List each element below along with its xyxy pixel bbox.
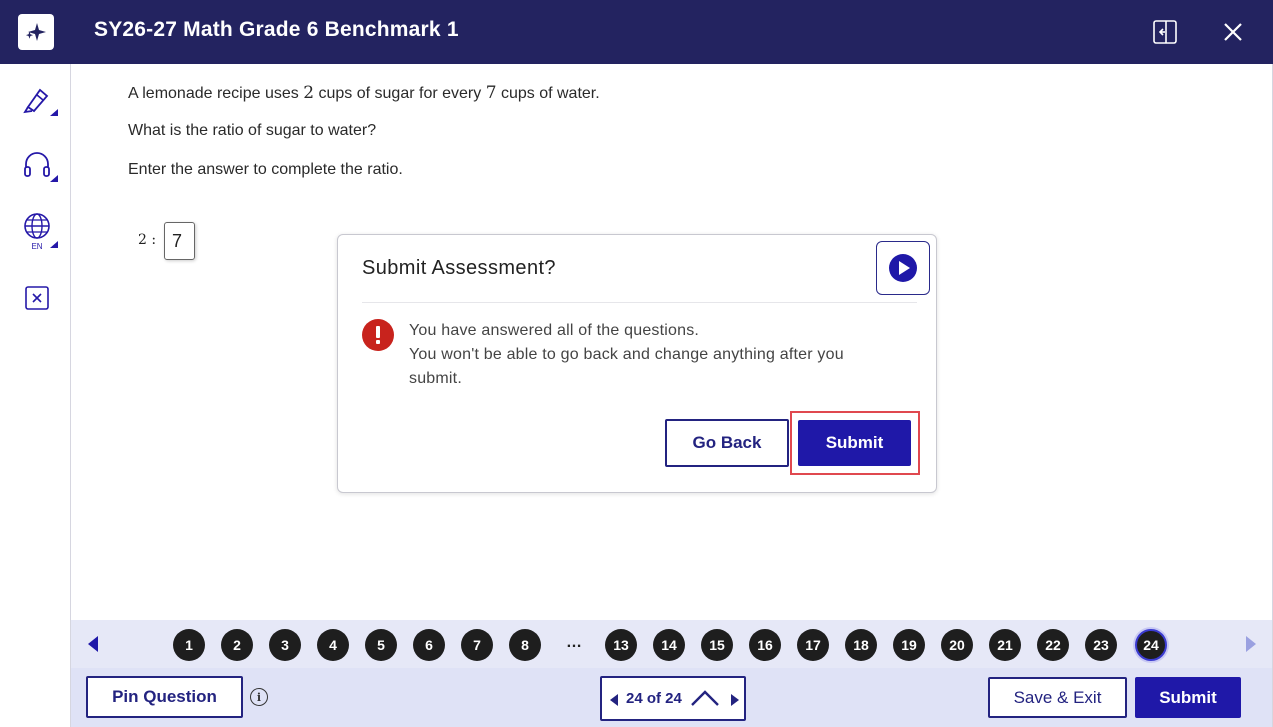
dialog-message-line2: You won't be able to go back and change … (409, 346, 844, 387)
pager-label: 24 of 24 (626, 690, 682, 707)
highlight-box (790, 411, 920, 475)
question-dot-4[interactable]: 4 (317, 629, 349, 661)
question-dot-17[interactable]: 17 (797, 629, 829, 661)
highlighter-tool[interactable] (14, 76, 60, 122)
question-instruction: Enter the answer to complete the ratio. (128, 161, 403, 178)
dialog-message-line1: You have answered all of the questions. (409, 322, 700, 339)
question-dot-2[interactable]: 2 (221, 629, 253, 661)
submit-dialog: Submit Assessment? You have answered all… (337, 234, 937, 493)
question-dot-21[interactable]: 21 (989, 629, 1021, 661)
question-dot-8[interactable]: 8 (509, 629, 541, 661)
sparkle-logo-icon (18, 14, 54, 50)
answer-eliminator-icon (25, 286, 49, 310)
go-back-button[interactable]: Go Back (665, 419, 789, 467)
chevron-up-icon (691, 690, 719, 706)
highlighter-icon (23, 88, 49, 114)
question-dot-3[interactable]: 3 (269, 629, 301, 661)
answer-input[interactable]: 7 (164, 222, 195, 260)
nav-ellipsis: … (566, 634, 582, 651)
nav-prev-arrow[interactable] (88, 636, 98, 652)
collapse-panel-icon (1153, 20, 1177, 44)
pager-prev-icon (610, 694, 618, 706)
pager-next-icon (731, 694, 739, 706)
sugar-quantity: 2 (303, 83, 315, 103)
headphones-icon (24, 152, 50, 177)
question-dot-13[interactable]: 13 (605, 629, 637, 661)
pin-question-button[interactable]: Pin Question (86, 676, 243, 718)
question-dot-19[interactable]: 19 (893, 629, 925, 661)
dialog-title: Submit Assessment? (362, 257, 556, 279)
question-dot-5[interactable]: 5 (365, 629, 397, 661)
save-exit-button[interactable]: Save & Exit (988, 677, 1127, 718)
footer-submit-button[interactable]: Submit (1135, 677, 1241, 718)
language-code-label: EN (31, 242, 42, 251)
collapse-panel-button[interactable] (1151, 18, 1179, 46)
question-dot-6[interactable]: 6 (413, 629, 445, 661)
nav-next-arrow[interactable] (1246, 636, 1256, 652)
read-aloud-button[interactable] (876, 241, 930, 295)
question-dot-14[interactable]: 14 (653, 629, 685, 661)
eliminator-tool[interactable] (14, 275, 60, 321)
question-dot-18[interactable]: 18 (845, 629, 877, 661)
question-stem: A lemonade recipe uses 2 cups of sugar f… (128, 83, 600, 103)
language-tool[interactable]: EN (14, 208, 60, 254)
question-prompt: What is the ratio of sugar to water? (128, 122, 377, 139)
question-dot-7[interactable]: 7 (461, 629, 493, 661)
globe-icon: EN (24, 213, 50, 251)
question-dot-20[interactable]: 20 (941, 629, 973, 661)
close-icon (1224, 23, 1242, 41)
header-bar: SY26-27 Math Grade 6 Benchmark 1 (0, 0, 1273, 64)
play-icon (889, 254, 917, 282)
ratio-prefix: 2 : (138, 232, 157, 248)
audio-tool[interactable] (14, 142, 60, 188)
question-dot-22[interactable]: 22 (1037, 629, 1069, 661)
dialog-message: You have answered all of the questions. … (409, 319, 909, 391)
question-text-a: A lemonade recipe uses (128, 85, 304, 102)
question-dot-24[interactable]: 24 (1135, 629, 1167, 661)
question-dot-23[interactable]: 23 (1085, 629, 1117, 661)
question-dot-1[interactable]: 1 (173, 629, 205, 661)
water-quantity: 7 (485, 83, 497, 103)
close-button[interactable] (1219, 18, 1247, 46)
exclamation-icon (362, 319, 394, 351)
question-dot-15[interactable]: 15 (701, 629, 733, 661)
page-title: SY26-27 Math Grade 6 Benchmark 1 (94, 18, 459, 41)
question-text-c: cups of water. (496, 85, 600, 102)
dialog-divider (362, 302, 917, 303)
question-dot-16[interactable]: 16 (749, 629, 781, 661)
question-pager[interactable]: 24 of 24 (600, 676, 746, 721)
question-text-b: cups of sugar for every (314, 85, 486, 102)
info-icon[interactable]: i (250, 688, 268, 706)
tool-sidebar: EN (0, 64, 71, 727)
